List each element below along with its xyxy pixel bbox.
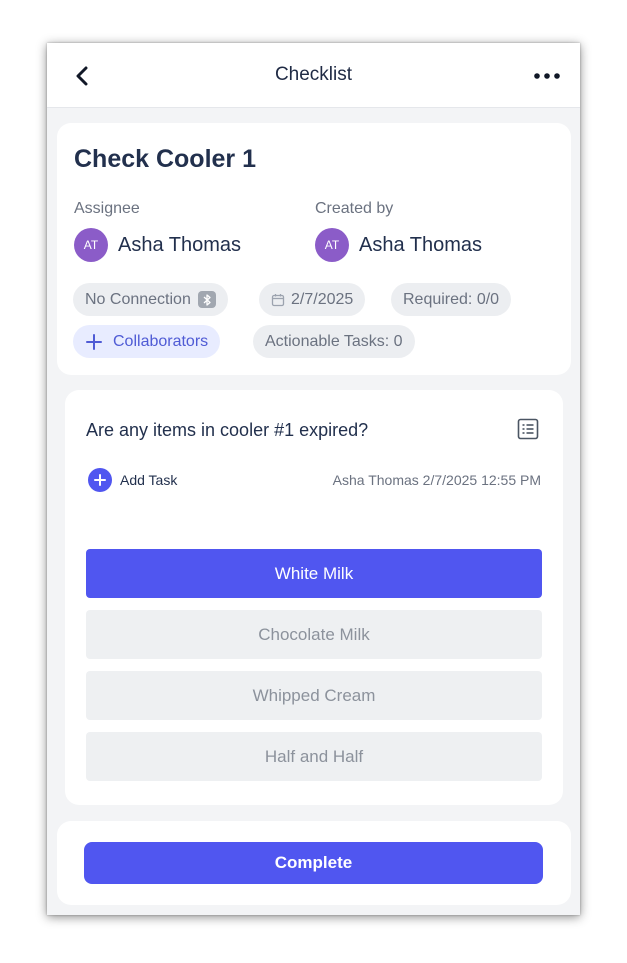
- creator-name: Asha Thomas: [359, 233, 483, 256]
- add-task-button[interactable]: Add Task: [88, 468, 177, 492]
- bluetooth-icon: [197, 291, 216, 308]
- created-by-label: Created by: [315, 200, 394, 217]
- top-bar: Checklist: [47, 43, 580, 108]
- option-chocolate-milk[interactable]: Chocolate Milk: [86, 610, 542, 659]
- date-chip[interactable]: 2/7/2025: [259, 283, 366, 316]
- question-text: Are any items in cooler #1 expired?: [86, 420, 369, 440]
- collaborators-button[interactable]: Collaborators: [73, 325, 221, 358]
- required-chip: Required: 0/0: [391, 283, 512, 316]
- assignee[interactable]: AT Asha Thomas: [74, 228, 241, 262]
- date-value: 2/7/2025: [291, 290, 354, 308]
- list-details-icon[interactable]: [517, 418, 539, 440]
- calendar-icon: [271, 293, 285, 306]
- creator-avatar: AT: [315, 228, 349, 262]
- option-half-and-half[interactable]: Half and Half: [86, 732, 542, 781]
- assignee-label: Assignee: [74, 200, 140, 217]
- option-white-milk[interactable]: White Milk: [86, 549, 542, 598]
- question-card: Are any items in cooler #1 expired? Add …: [65, 390, 563, 805]
- required-count: Required: 0/0: [403, 290, 500, 308]
- more-options-button[interactable]: [530, 61, 564, 91]
- assignee-name: Asha Thomas: [118, 233, 242, 256]
- complete-button[interactable]: Complete: [84, 842, 543, 884]
- created-by[interactable]: AT Asha Thomas: [315, 228, 482, 262]
- phone-frame: Checklist Check Cooler 1 Assignee AT Ash…: [47, 43, 580, 915]
- response-stamp: Asha Thomas 2/7/2025 12:55 PM: [332, 472, 541, 488]
- more-horizontal-icon: [534, 73, 560, 79]
- plus-icon: [86, 333, 102, 350]
- option-whipped-cream[interactable]: Whipped Cream: [86, 671, 542, 720]
- checklist-info-card: Check Cooler 1 Assignee AT Asha Thomas C…: [57, 123, 571, 375]
- add-circle-icon: [88, 468, 112, 492]
- checklist-title: Check Cooler 1: [74, 145, 257, 173]
- connection-status: No Connection: [85, 290, 191, 308]
- footer-card: Complete: [57, 821, 571, 905]
- actionable-tasks-count: Actionable Tasks: 0: [265, 332, 403, 350]
- connection-chip[interactable]: No Connection: [73, 283, 228, 316]
- collaborators-label: Collaborators: [113, 332, 209, 350]
- add-task-label: Add Task: [120, 472, 178, 488]
- actionable-tasks-chip: Actionable Tasks: 0: [253, 325, 415, 358]
- assignee-avatar: AT: [74, 228, 108, 262]
- page-title: Checklist: [274, 64, 353, 85]
